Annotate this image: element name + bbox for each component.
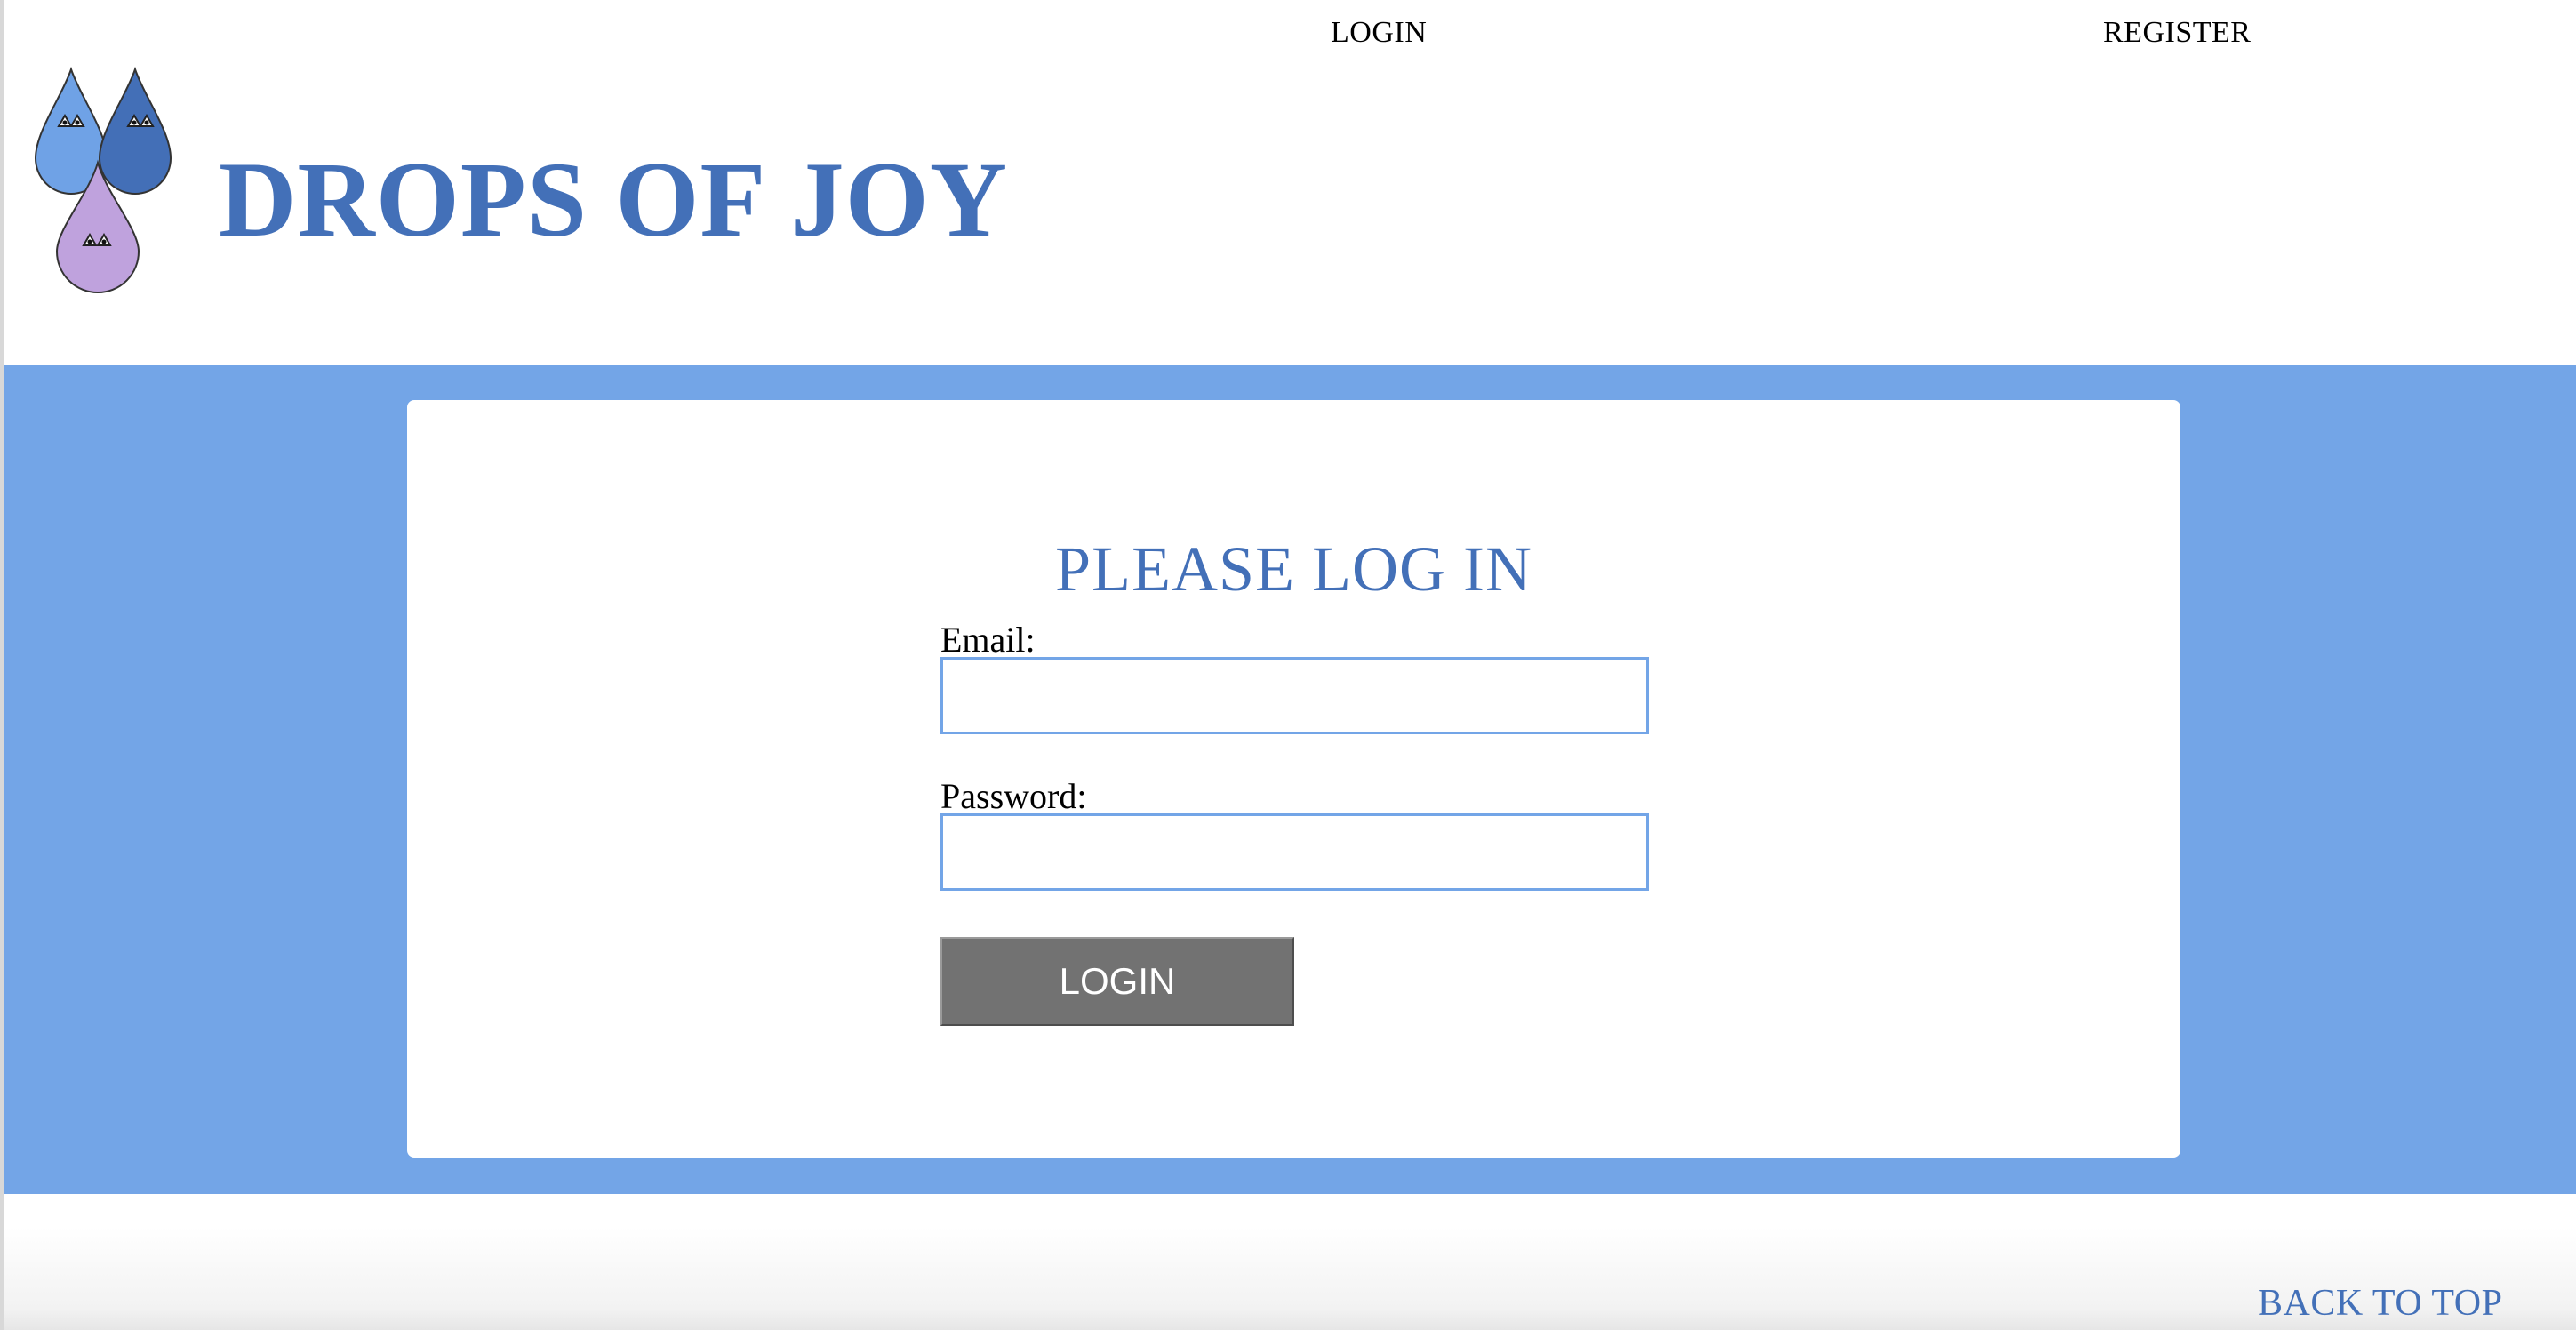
login-band: PLEASE LOG IN Email: Password: LOGIN [4, 365, 2576, 1194]
nav-register-link[interactable]: REGISTER [2103, 16, 2251, 50]
page: LOGIN REGISTER DROPS OF JOY PLEASE LOG I… [0, 0, 2576, 1330]
dark-blue-drop-icon [98, 66, 172, 195]
login-heading: PLEASE LOG IN [1055, 533, 1532, 605]
login-submit-button[interactable]: LOGIN [940, 937, 1294, 1026]
email-label: Email: [940, 620, 1036, 660]
brand-title: DROPS OF JOY [219, 140, 1009, 260]
password-label: Password: [940, 776, 1087, 816]
password-field[interactable] [940, 813, 1649, 891]
email-field[interactable] [940, 657, 1649, 734]
login-card: PLEASE LOG IN Email: Password: LOGIN [407, 400, 2180, 1158]
back-to-top-link[interactable]: BACK TO TOP [2258, 1282, 2503, 1325]
water-drops-logo-icon [34, 66, 172, 293]
footer [4, 1227, 2576, 1330]
nav-login-link[interactable]: LOGIN [1331, 16, 1427, 50]
